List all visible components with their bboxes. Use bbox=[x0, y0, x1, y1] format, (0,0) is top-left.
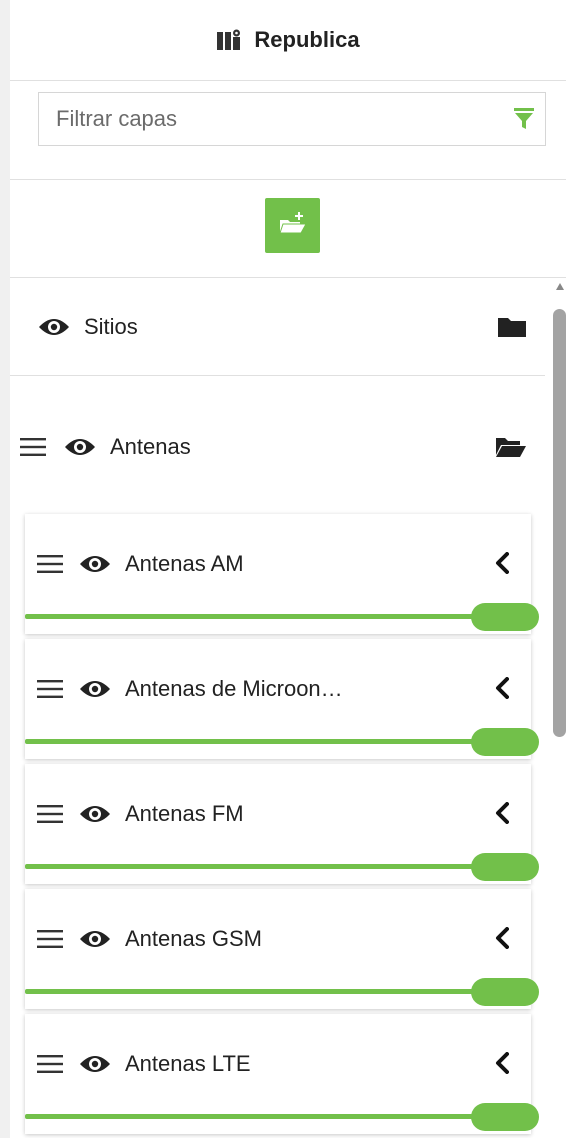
scroll-up-arrow-icon[interactable] bbox=[556, 283, 564, 290]
opacity-slider-track[interactable] bbox=[25, 739, 495, 744]
opacity-slider-track[interactable] bbox=[25, 989, 495, 994]
layer-label: Antenas FM bbox=[125, 801, 244, 826]
layer-label: Antenas de Microon… bbox=[125, 676, 343, 701]
folder-plus-icon bbox=[278, 210, 308, 241]
folder-open-icon[interactable] bbox=[495, 435, 527, 459]
eye-icon[interactable] bbox=[79, 1054, 111, 1074]
layer-card[interactable]: Antenas de Microon… bbox=[25, 639, 539, 759]
layer-label: Antenas AM bbox=[125, 551, 244, 576]
eye-icon[interactable] bbox=[79, 804, 111, 824]
layer-row: Antenas GSM bbox=[37, 919, 519, 959]
eye-icon[interactable] bbox=[79, 929, 111, 949]
chevron-left-icon[interactable] bbox=[495, 927, 509, 949]
group-antenas[interactable]: Antenas bbox=[10, 398, 545, 496]
layer-card[interactable]: Antenas GSM bbox=[25, 889, 539, 1009]
folder-closed-icon[interactable] bbox=[497, 315, 527, 339]
chevron-left-icon[interactable] bbox=[495, 677, 509, 699]
add-group-row bbox=[10, 180, 566, 278]
opacity-slider-track[interactable] bbox=[25, 864, 495, 869]
scrollbar-thumb[interactable] bbox=[553, 309, 566, 737]
drag-handle-icon[interactable] bbox=[37, 680, 63, 698]
layer-row: Antenas FM bbox=[37, 794, 519, 834]
eye-icon[interactable] bbox=[79, 554, 111, 574]
drag-handle-icon[interactable] bbox=[20, 438, 46, 456]
chevron-left-icon[interactable] bbox=[495, 1052, 509, 1074]
add-group-button[interactable] bbox=[265, 198, 320, 253]
layer-card[interactable]: Antenas LTE bbox=[25, 1014, 539, 1134]
drag-handle-icon[interactable] bbox=[37, 1055, 63, 1073]
filter-box bbox=[38, 92, 546, 146]
drag-handle-icon[interactable] bbox=[37, 555, 63, 573]
chevron-left-icon[interactable] bbox=[495, 802, 509, 824]
opacity-slider-track[interactable] bbox=[25, 614, 495, 619]
layer-label: Antenas LTE bbox=[125, 1051, 251, 1076]
filter-layers-input[interactable] bbox=[39, 92, 503, 146]
drag-handle-icon[interactable] bbox=[37, 805, 63, 823]
scrollbar[interactable] bbox=[553, 283, 566, 1138]
eye-icon[interactable] bbox=[79, 679, 111, 699]
layer-row: Antenas LTE bbox=[37, 1044, 519, 1084]
map-icon bbox=[216, 29, 242, 51]
eye-icon[interactable] bbox=[38, 317, 70, 337]
layer-card[interactable]: Antenas FM bbox=[25, 764, 539, 884]
layer-label: Antenas GSM bbox=[125, 926, 262, 951]
opacity-slider-thumb[interactable] bbox=[471, 853, 539, 881]
opacity-slider-thumb[interactable] bbox=[471, 603, 539, 631]
group-sitios[interactable]: Sitios bbox=[10, 278, 545, 376]
panel-left-edge bbox=[0, 0, 10, 1138]
group-label: Sitios bbox=[84, 313, 138, 339]
page-title: Republica bbox=[254, 27, 360, 52]
opacity-slider-track[interactable] bbox=[25, 1114, 495, 1119]
layer-row: Antenas AM bbox=[37, 544, 519, 584]
drag-handle-icon[interactable] bbox=[37, 930, 63, 948]
opacity-slider-thumb[interactable] bbox=[471, 1103, 539, 1131]
panel-header: Republica bbox=[10, 0, 566, 81]
filter-section bbox=[10, 80, 566, 180]
opacity-slider-thumb[interactable] bbox=[471, 728, 539, 756]
opacity-slider-thumb[interactable] bbox=[471, 978, 539, 1006]
eye-icon[interactable] bbox=[64, 437, 96, 457]
layer-row: Antenas de Microon… bbox=[37, 669, 519, 709]
chevron-left-icon[interactable] bbox=[495, 552, 509, 574]
group-label: Antenas bbox=[110, 434, 191, 459]
filter-funnel-icon[interactable] bbox=[503, 107, 545, 131]
layer-card[interactable]: Antenas AM bbox=[25, 514, 539, 634]
